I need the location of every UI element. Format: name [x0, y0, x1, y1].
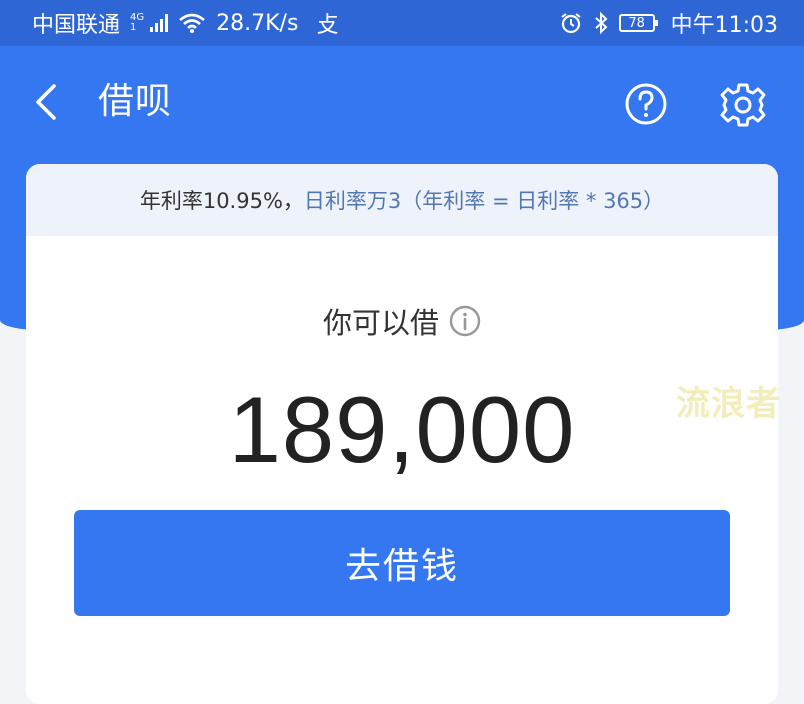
- network-speed: 28.7K/s: [216, 10, 299, 36]
- gear-icon[interactable]: [718, 80, 768, 130]
- network-type: 4G 1: [130, 12, 145, 33]
- annual-rate-text: 年利率10.95%，: [139, 189, 304, 213]
- wifi-icon: [179, 13, 205, 33]
- battery-level: 78: [628, 15, 645, 31]
- status-bar: 中国联通 4G 1 28.7K/s 攴 78 中午11:03: [0, 0, 804, 46]
- info-circle-icon[interactable]: [449, 305, 481, 337]
- alarm-icon: [560, 13, 581, 34]
- battery-icon: 78: [618, 14, 658, 32]
- app-notification-icon: 攴: [316, 13, 339, 38]
- loan-card: 年利率10.95%， 日利率万3（年利率 = 日利率 * 365） 你可以借 1…: [26, 164, 778, 704]
- interest-rate-banner: 年利率10.95%， 日利率万3（年利率 = 日利率 * 365）: [26, 164, 778, 236]
- watermark: 流浪者: [676, 384, 781, 424]
- carrier-label: 中国联通: [32, 13, 121, 38]
- bluetooth-icon: [594, 11, 608, 35]
- clock: 中午11:03: [670, 13, 778, 38]
- app-header: 借呗: [0, 46, 804, 164]
- available-amount: 189,000: [228, 377, 576, 482]
- signal-icon: [150, 14, 169, 32]
- status-left: 中国联通 4G 1 28.7K/s 攴: [32, 0, 338, 46]
- status-right: 78 中午11:03: [559, 0, 778, 46]
- borrow-limit-label: 你可以借: [26, 300, 778, 342]
- daily-rate-text: 日利率万3（年利率 = 日利率 * 365）: [303, 189, 665, 213]
- borrow-label-text: 你可以借: [322, 306, 439, 340]
- question-circle-icon[interactable]: [624, 82, 668, 126]
- borrow-button[interactable]: 去借钱: [74, 510, 730, 616]
- page-title: 借呗: [98, 81, 173, 122]
- back-arrow-icon[interactable]: [28, 82, 68, 122]
